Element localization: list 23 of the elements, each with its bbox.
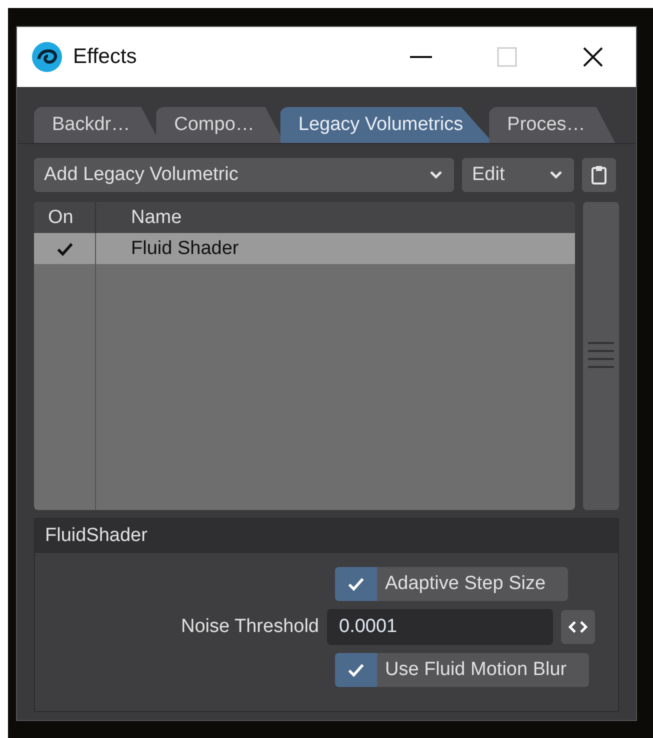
app-logo-icon [31, 41, 63, 73]
list-row[interactable]: Fluid Shader [34, 233, 576, 264]
add-volumetric-dropdown[interactable]: Add Legacy Volumetric [34, 158, 454, 192]
scroll-grip-icon [588, 341, 614, 371]
tab[interactable]: Proces… [489, 107, 616, 143]
window-title: Effects [73, 44, 137, 70]
stepper-button[interactable] [561, 610, 595, 644]
edit-dropdown[interactable]: Edit [462, 158, 574, 192]
left-right-arrows-icon [568, 620, 588, 634]
checkbox-toggle[interactable]: Adaptive Step Size [335, 567, 568, 601]
field-label: Noise Threshold [180, 614, 320, 639]
clipboard-button[interactable] [582, 158, 616, 192]
maximize-icon [497, 47, 517, 67]
minimize-icon [410, 55, 432, 59]
check-icon [347, 661, 365, 679]
list-cell-text: Fluid Shader [130, 237, 239, 261]
number-field[interactable]: 0.0001 [327, 609, 553, 645]
clipboard-icon [591, 165, 607, 185]
panel-title: FluidShader [45, 524, 148, 548]
column-header: Name [130, 206, 182, 230]
checkbox-toggle[interactable]: Use Fluid Motion Blur [335, 653, 589, 687]
check-icon [347, 575, 365, 593]
close-icon [582, 46, 604, 68]
